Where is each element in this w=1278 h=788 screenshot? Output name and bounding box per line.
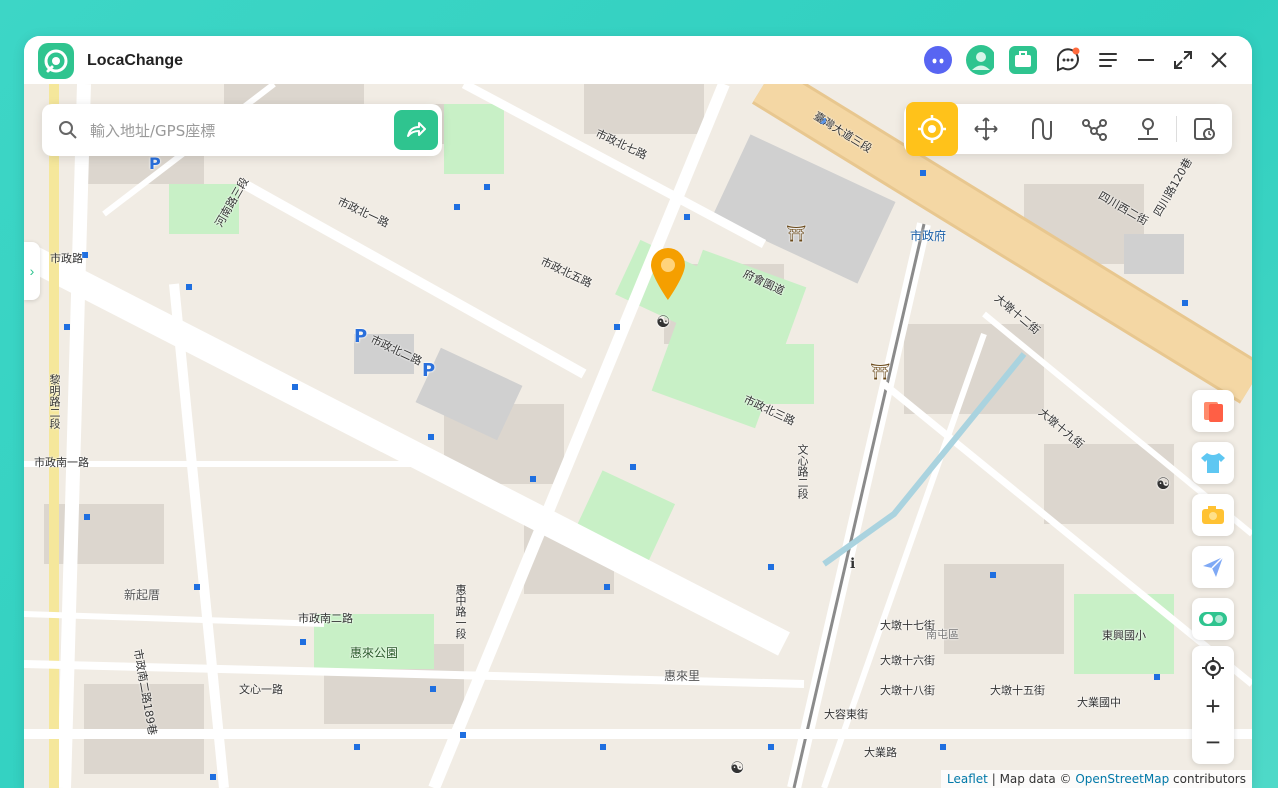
send-tool-button[interactable]: [1192, 546, 1234, 588]
street-label: 市政南二路: [298, 612, 353, 625]
yin-yang-icon: ☯: [1156, 474, 1171, 493]
move-arrows-icon: [974, 117, 998, 141]
parking-icon: P: [354, 326, 368, 347]
go-button[interactable]: [394, 110, 438, 150]
temple-icon: ⛩: [786, 224, 807, 243]
place-label: 市政府: [910, 229, 947, 243]
search-icon: [58, 120, 78, 145]
multi-route-icon: [1082, 119, 1107, 141]
joystick-mode-button[interactable]: [962, 104, 1010, 154]
teleport-mode-button[interactable]: [906, 102, 958, 156]
app-title: LocaChange: [87, 52, 184, 69]
street-label: 文心路二段: [796, 444, 809, 499]
zoom-out-button[interactable]: −: [1192, 724, 1234, 760]
history-icon: [1194, 118, 1215, 140]
map-view[interactable]: 市政北七路 市政北五路 市政北二路 市政北一路 市政北三路 府會園道 臺灣大道三…: [24, 84, 1252, 788]
info-icon: ℹ: [850, 556, 856, 572]
street-label: 大容東街: [824, 708, 868, 721]
street-label: 惠中路一段: [454, 584, 467, 639]
street-label: 市政路: [50, 252, 83, 265]
toolbar-divider: [1176, 116, 1177, 142]
toolbox-icon[interactable]: [1009, 46, 1037, 74]
history-button[interactable]: [1180, 104, 1228, 154]
zoom-controls: + −: [1192, 646, 1234, 764]
crosshair-icon: [918, 115, 946, 143]
cards-tool-button[interactable]: [1192, 390, 1234, 432]
street-label: 大墩十八街: [880, 684, 935, 697]
feedback-chat-icon[interactable]: [1054, 46, 1082, 74]
multi-spot-mode-button[interactable]: [1070, 104, 1118, 154]
minimize-icon[interactable]: [1132, 46, 1160, 74]
expand-panel-button[interactable]: ›: [24, 242, 40, 300]
locate-me-button[interactable]: [1192, 650, 1234, 686]
location-pin-icon[interactable]: [648, 246, 688, 302]
app-logo-icon: [38, 43, 74, 79]
paper-plane-icon: [1203, 556, 1224, 577]
jump-teleport-mode-button[interactable]: [1124, 104, 1172, 154]
temple-icon: ⛩: [870, 362, 891, 381]
app-window: LocaChange 市政北七路 市政北五路 市政北二路 市政北一路 市政北三路…: [24, 36, 1252, 788]
leaflet-link[interactable]: Leaflet: [947, 772, 988, 786]
shirt-icon: [1201, 453, 1225, 473]
street-label: 大墩十五街: [990, 684, 1045, 697]
title-bar: LocaChange: [24, 36, 1252, 84]
street-label: 市政南一路: [34, 456, 89, 469]
person-pin-icon: [1138, 118, 1158, 140]
yin-yang-icon: ☯: [730, 758, 745, 777]
share-arrow-icon: [407, 122, 426, 137]
search-input[interactable]: [88, 118, 382, 144]
yin-yang-icon: ☯: [656, 312, 671, 331]
place-label: 新起厝: [124, 588, 161, 602]
account-avatar-icon[interactable]: [966, 45, 994, 75]
school-label: 大業國中: [1077, 696, 1121, 709]
parking-icon: P: [149, 154, 161, 173]
discord-icon[interactable]: [924, 46, 952, 74]
toggle-tool-button[interactable]: [1192, 598, 1234, 640]
osm-link[interactable]: OpenStreetMap: [1075, 772, 1169, 786]
street-label: 大墩十六街: [880, 654, 935, 667]
mode-toolbar: [904, 102, 1232, 156]
street-label: 大墩十七街: [880, 619, 935, 632]
place-label: 惠來里: [664, 669, 701, 683]
menu-icon[interactable]: [1094, 46, 1122, 74]
two-spot-mode-button[interactable]: [1016, 104, 1064, 154]
camera-tool-button[interactable]: [1192, 494, 1234, 536]
street-label: 黎明路二段: [48, 374, 61, 429]
locate-icon: [1202, 657, 1224, 679]
park-label: 惠來公園: [350, 646, 399, 660]
zoom-in-button[interactable]: +: [1192, 688, 1234, 724]
camera-icon: [1202, 506, 1224, 524]
cards-icon: [1204, 402, 1223, 422]
toggle-icon: [1199, 612, 1227, 626]
parking-icon: P: [422, 360, 436, 381]
shirt-tool-button[interactable]: [1192, 442, 1234, 484]
search-box: [42, 104, 442, 156]
street-label: 文心一路: [239, 683, 283, 696]
close-icon[interactable]: [1205, 46, 1233, 74]
school-label: 東興國小: [1102, 629, 1146, 642]
street-label: 大業路: [864, 746, 897, 759]
map-attribution: Leaflet | Map data © OpenStreetMap contr…: [941, 770, 1252, 788]
maximize-icon[interactable]: [1169, 46, 1197, 74]
route-icon: [1032, 117, 1052, 141]
